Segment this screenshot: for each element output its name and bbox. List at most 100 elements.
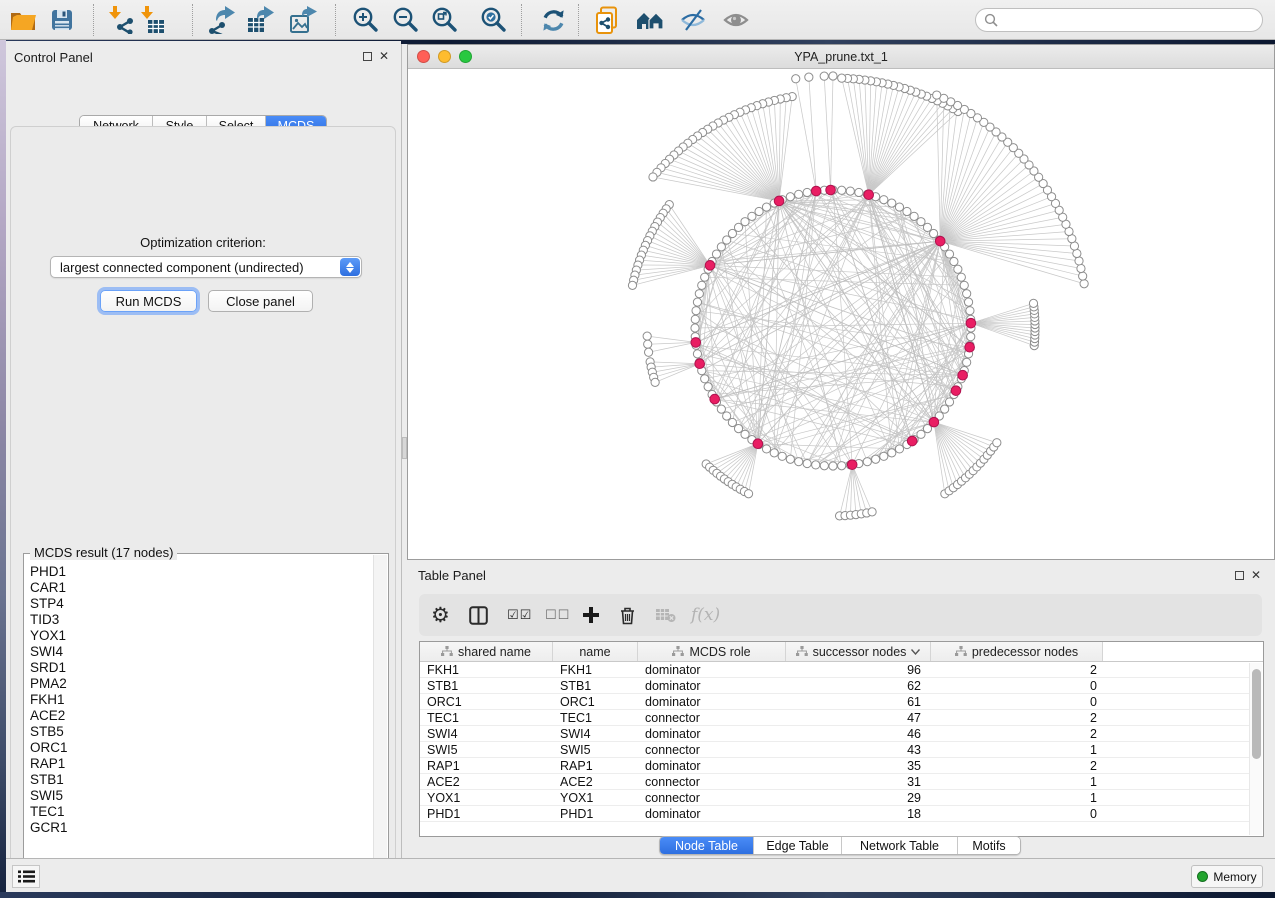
- float-panel-icon[interactable]: [1235, 571, 1244, 580]
- ring-node[interactable]: [693, 350, 701, 358]
- mcds-result-item[interactable]: FKH1: [25, 692, 373, 708]
- mcds-result-item[interactable]: YOX1: [25, 628, 373, 644]
- zoom-in-icon[interactable]: [350, 5, 380, 35]
- leaf-node[interactable]: [993, 439, 1001, 447]
- mcds-result-item[interactable]: SWI5: [25, 788, 373, 804]
- mcds-result-item[interactable]: TEC1: [25, 804, 373, 820]
- zoom-selected-icon[interactable]: [478, 5, 508, 35]
- search-field[interactable]: [975, 8, 1263, 32]
- mcds-hub-node[interactable]: [929, 417, 939, 427]
- mcds-result-item[interactable]: ACE2: [25, 708, 373, 724]
- import-table-icon[interactable]: [137, 5, 167, 35]
- save-session-icon[interactable]: [47, 5, 77, 35]
- task-history-button[interactable]: [12, 865, 40, 888]
- export-image-icon[interactable]: [289, 5, 319, 35]
- table-row[interactable]: ORC1ORC1dominator610: [420, 694, 1249, 710]
- maximize-window-icon[interactable]: [459, 50, 472, 63]
- settings-gear-icon[interactable]: ⚙: [431, 600, 450, 630]
- network-window-titlebar[interactable]: YPA_prune.txt_1: [408, 45, 1274, 69]
- mcds-hub-node[interactable]: [753, 439, 763, 449]
- ring-node[interactable]: [941, 405, 949, 413]
- network-graph[interactable]: [408, 69, 1274, 559]
- ring-node[interactable]: [691, 315, 699, 323]
- ring-node[interactable]: [723, 412, 731, 420]
- ring-node[interactable]: [748, 212, 756, 220]
- table-row[interactable]: SWI5SWI5connector431: [420, 742, 1249, 758]
- table-row[interactable]: TEC1TEC1connector472: [420, 710, 1249, 726]
- mcds-hub-node[interactable]: [691, 338, 701, 348]
- ring-node[interactable]: [795, 190, 803, 198]
- search-input[interactable]: [998, 12, 1262, 28]
- show-graphics-details-icon[interactable]: [721, 5, 751, 35]
- float-panel-icon[interactable]: [363, 52, 372, 61]
- ring-node[interactable]: [963, 290, 971, 298]
- import-network-icon[interactable]: [105, 5, 135, 35]
- leaf-node[interactable]: [820, 72, 828, 80]
- ring-node[interactable]: [693, 298, 701, 306]
- leaf-node[interactable]: [792, 75, 800, 83]
- leaf-node[interactable]: [829, 72, 837, 80]
- leaf-node[interactable]: [744, 490, 752, 498]
- ring-node[interactable]: [692, 307, 700, 315]
- mcds-result-item[interactable]: STP4: [25, 596, 373, 612]
- ring-node[interactable]: [945, 398, 953, 406]
- leaf-node[interactable]: [1029, 299, 1037, 307]
- close-panel-icon[interactable]: ✕: [1251, 570, 1261, 580]
- ring-node[interactable]: [770, 449, 778, 457]
- ring-node[interactable]: [762, 445, 770, 453]
- ring-node[interactable]: [695, 290, 703, 298]
- close-panel-icon[interactable]: ✕: [379, 51, 389, 61]
- mcds-result-item[interactable]: PMA2: [25, 676, 373, 692]
- mcds-result-scrollbar[interactable]: [373, 555, 387, 875]
- mcds-result-item[interactable]: PHD1: [25, 564, 373, 580]
- hide-graphics-details-icon[interactable]: [678, 5, 708, 35]
- leaf-node[interactable]: [1080, 280, 1088, 288]
- show-all-networks-icon[interactable]: [635, 5, 665, 35]
- mcds-hub-node[interactable]: [695, 359, 705, 369]
- ring-node[interactable]: [917, 430, 925, 438]
- mcds-result-item[interactable]: TID3: [25, 612, 373, 628]
- ring-node[interactable]: [691, 324, 699, 332]
- mcds-result-item[interactable]: RAP1: [25, 756, 373, 772]
- ring-node[interactable]: [846, 187, 854, 195]
- mcds-result-item[interactable]: STB5: [25, 724, 373, 740]
- mcds-hub-node[interactable]: [965, 342, 975, 352]
- criterion-dropdown[interactable]: largest connected component (undirected): [50, 256, 362, 278]
- memory-button[interactable]: Memory: [1191, 865, 1263, 888]
- leaf-node[interactable]: [1079, 272, 1087, 280]
- ring-node[interactable]: [786, 455, 794, 463]
- ring-node[interactable]: [778, 452, 786, 460]
- select-all-icon[interactable]: ☑☑: [507, 600, 532, 630]
- ring-node[interactable]: [964, 298, 972, 306]
- column-header-MCDS-role[interactable]: MCDS role: [638, 642, 786, 661]
- ring-node[interactable]: [888, 449, 896, 457]
- table-row[interactable]: RAP1RAP1dominator352: [420, 758, 1249, 774]
- tab-node-table[interactable]: Node Table: [660, 837, 754, 854]
- tab-edge-table[interactable]: Edge Table: [754, 837, 842, 854]
- ring-node[interactable]: [812, 461, 820, 469]
- ring-node[interactable]: [863, 458, 871, 466]
- leaf-node[interactable]: [838, 74, 846, 82]
- mcds-result-item[interactable]: SRD1: [25, 660, 373, 676]
- close-window-icon[interactable]: [417, 50, 430, 63]
- leaf-node[interactable]: [644, 348, 652, 356]
- ring-node[interactable]: [734, 223, 742, 231]
- ring-node[interactable]: [963, 358, 971, 366]
- ring-node[interactable]: [838, 462, 846, 470]
- leaf-node[interactable]: [805, 73, 813, 81]
- column-selector-icon[interactable]: [469, 600, 488, 630]
- table-row[interactable]: STB1STB1dominator620: [420, 678, 1249, 694]
- leaf-node[interactable]: [868, 508, 876, 516]
- mcds-hub-node[interactable]: [847, 460, 857, 470]
- ring-node[interactable]: [698, 281, 706, 289]
- ring-node[interactable]: [728, 418, 736, 426]
- ring-node[interactable]: [741, 430, 749, 438]
- mcds-hub-node[interactable]: [710, 394, 720, 404]
- table-scrollbar[interactable]: [1249, 663, 1262, 835]
- mcds-hub-node[interactable]: [864, 190, 874, 200]
- ring-node[interactable]: [820, 462, 828, 470]
- export-network-icon[interactable]: [207, 5, 237, 35]
- ring-node[interactable]: [741, 218, 749, 226]
- mcds-hub-node[interactable]: [907, 436, 917, 446]
- ring-node[interactable]: [795, 458, 803, 466]
